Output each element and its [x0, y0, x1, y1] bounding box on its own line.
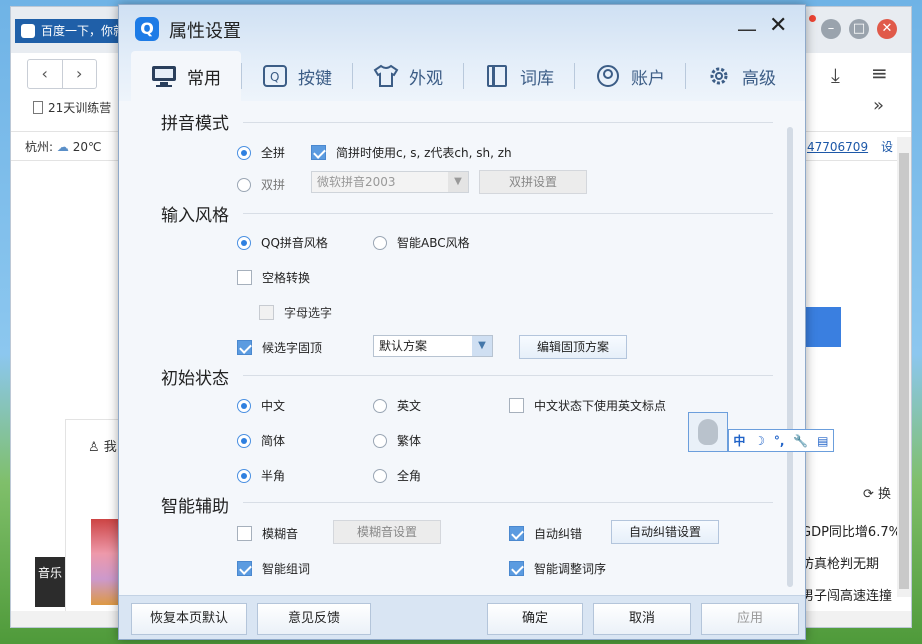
checkbox-smart-order[interactable]: 智能调整词序	[509, 560, 606, 577]
checkbox-smart-words[interactable]: 智能组词	[237, 560, 310, 577]
section-input-style: 输入风格	[161, 206, 229, 226]
news-item[interactable]: 男子闯高速连撞	[801, 585, 892, 604]
baidu-paw-icon	[21, 24, 35, 38]
restore-defaults-button[interactable]: 恢复本页默认	[131, 603, 247, 635]
ime-language-toggle[interactable]: 中	[733, 432, 745, 449]
radio-quanpin[interactable]: 全拼	[237, 144, 285, 161]
checkbox-fixed-candidates[interactable]: 候选字固顶	[237, 339, 322, 356]
moon-icon[interactable]: ☽	[754, 434, 765, 448]
tab-dictionary[interactable]: 词库	[464, 51, 574, 101]
refresh-link[interactable]: ⟳ 换	[863, 483, 891, 502]
ime-toolbar: 中 ☽ °, 🔧 ▤	[728, 429, 834, 452]
monitor-icon	[151, 64, 177, 88]
apply-button[interactable]: 应用	[701, 603, 799, 635]
radio-english[interactable]: 英文	[373, 397, 421, 414]
checkbox-letter-select[interactable]: 字母选字	[259, 304, 332, 321]
radio-simplified[interactable]: 简体	[237, 432, 285, 449]
notification-dot	[809, 15, 816, 22]
section-smart-assist: 智能辅助	[161, 497, 229, 517]
radio-full-width[interactable]: 全角	[373, 467, 421, 484]
news-item[interactable]: GDP同比增6.7%	[801, 521, 901, 540]
browser-minimize-icon[interactable]: –	[821, 19, 841, 39]
radio-abc-style[interactable]: 智能ABC风格	[373, 234, 470, 251]
more-bookmarks-icon[interactable]: »	[873, 95, 884, 116]
download-icon[interactable]: ⤓	[831, 63, 840, 87]
menu-icon[interactable]: ≡	[871, 61, 888, 85]
tab-general[interactable]: 常用	[131, 51, 241, 101]
user-icon: ♙	[88, 440, 100, 455]
feedback-button[interactable]: 意见反馈	[257, 603, 371, 635]
section-pinyin-mode: 拼音模式	[161, 114, 229, 134]
tab-keys[interactable]: Q 按键	[242, 51, 352, 101]
ime-status-bar: 中 ☽ °, 🔧 ▤	[688, 412, 834, 452]
radio-traditional[interactable]: 繁体	[373, 432, 421, 449]
browser-maximize-icon[interactable]: □	[849, 19, 869, 39]
ime-avatar[interactable]	[688, 412, 728, 452]
clipboard-icon[interactable]: ▤	[817, 434, 828, 448]
key-icon: Q	[262, 64, 288, 88]
chevron-down-icon: ▼	[448, 172, 468, 192]
cancel-button[interactable]: 取消	[593, 603, 691, 635]
fuzzy-settings-button[interactable]: 模糊音设置	[333, 520, 441, 544]
dialog-header: Q 属性设置 — ✕ 常用 Q 按键 外观 词库 账户 高级	[119, 5, 805, 101]
fixed-scheme-select[interactable]: 默认方案 ▼	[373, 335, 493, 357]
minimize-button[interactable]: —	[737, 17, 757, 41]
radio-half-width[interactable]: 半角	[237, 467, 285, 484]
section-initial-state: 初始状态	[161, 369, 229, 389]
cloud-icon: ☁	[56, 140, 69, 154]
browser-close-icon[interactable]: ✕	[877, 19, 897, 39]
news-item[interactable]: 仿真枪判无期	[801, 553, 879, 572]
settings-tabs: 常用 Q 按键 外观 词库 账户 高级	[131, 51, 796, 101]
back-button[interactable]: ‹	[28, 60, 63, 88]
auto-correct-settings-button[interactable]: 自动纠错设置	[611, 520, 719, 544]
checkbox-space-convert[interactable]: 空格转换	[237, 269, 310, 286]
punctuation-icon[interactable]: °,	[774, 434, 785, 448]
wrench-icon[interactable]: 🔧	[793, 434, 808, 448]
weather-temp: 20℃	[72, 140, 102, 154]
bookmark-item[interactable]: 21天训练营	[33, 99, 111, 116]
checkbox-jianpin[interactable]: 简拼时使用c, s, z代表ch, sh, zh	[311, 144, 512, 161]
tab-advanced[interactable]: 高级	[686, 51, 796, 101]
edit-fixed-scheme-button[interactable]: 编辑固顶方案	[519, 335, 627, 359]
shirt-icon	[373, 64, 399, 88]
gear-icon	[706, 64, 732, 88]
tab-account[interactable]: 账户	[575, 51, 685, 101]
shuangpin-scheme-select[interactable]: 微软拼音2003 ▼	[311, 171, 469, 193]
chevron-down-icon: ▼	[472, 336, 492, 356]
shuangpin-settings-button[interactable]: 双拼设置	[479, 170, 587, 194]
browser-scrollbar[interactable]	[897, 137, 911, 597]
dialog-footer: 恢复本页默认 意见反馈 确定 取消 应用	[119, 595, 805, 639]
weather-city: 杭州:	[25, 140, 54, 154]
dialog-scrollbar[interactable]	[787, 115, 795, 591]
svg-text:Q: Q	[270, 70, 279, 84]
checkbox-english-punct[interactable]: 中文状态下使用英文标点	[509, 397, 666, 414]
user-icon	[595, 64, 621, 88]
settings-dialog: Q 属性设置 — ✕ 常用 Q 按键 外观 词库 账户 高级 拼音模式 全拼 简…	[118, 4, 806, 640]
qq-pinyin-logo: Q	[135, 17, 159, 41]
settings-link[interactable]: 设	[881, 132, 893, 162]
user-label: ♙ 我	[88, 440, 117, 455]
penguin-icon	[698, 419, 718, 445]
browser-nav: ‹ ›	[27, 59, 97, 89]
tab-appearance[interactable]: 外观	[353, 51, 463, 101]
browser-tab[interactable]: 百度一下，你就	[15, 19, 121, 43]
search-button[interactable]	[803, 307, 841, 347]
checkbox-auto-correct[interactable]: 自动纠错	[509, 525, 582, 542]
book-icon	[484, 64, 510, 88]
dialog-title: 属性设置	[169, 21, 241, 42]
browser-tab-title: 百度一下，你就	[41, 24, 121, 38]
radio-qq-style[interactable]: QQ拼音风格	[237, 234, 328, 251]
close-button[interactable]: ✕	[769, 13, 787, 38]
checkbox-fuzzy[interactable]: 模糊音	[237, 525, 298, 542]
radio-shuangpin[interactable]: 双拼	[237, 176, 285, 193]
music-tab[interactable]: 音乐	[35, 557, 65, 607]
document-icon	[33, 101, 43, 114]
ok-button[interactable]: 确定	[487, 603, 583, 635]
radio-chinese[interactable]: 中文	[237, 397, 285, 414]
forward-button[interactable]: ›	[63, 60, 97, 88]
header-number-link[interactable]: 47706709	[807, 132, 868, 162]
